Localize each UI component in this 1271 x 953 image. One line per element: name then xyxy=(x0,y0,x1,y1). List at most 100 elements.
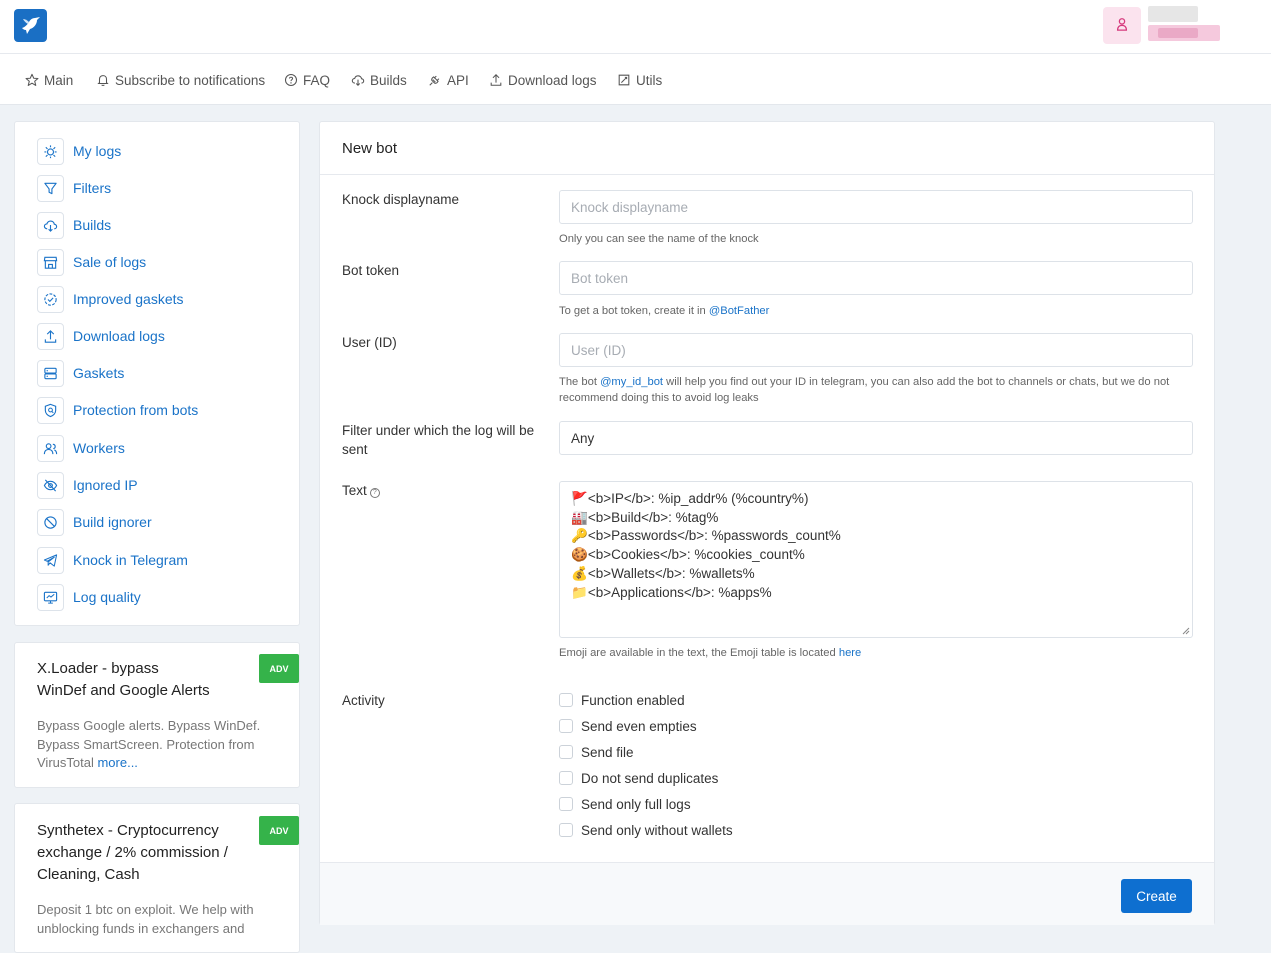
ad-title[interactable]: X.Loader - bypass WinDef and Google Aler… xyxy=(37,658,210,702)
sidebar-item-knock-in-telegram[interactable]: Knock in Telegram xyxy=(37,546,188,574)
sidebar: My logs Filters Builds Sale of logs Impr… xyxy=(14,121,300,626)
ad-more-link[interactable]: more... xyxy=(97,755,137,770)
sidebar-item-label: Protection from bots xyxy=(73,402,199,418)
sidebar-item-improved-gaskets[interactable]: Improved gaskets xyxy=(37,285,184,313)
emoji-table-link[interactable]: here xyxy=(839,647,861,659)
sidebar-item-filters[interactable]: Filters xyxy=(37,174,111,202)
checkbox-label: Do not send duplicates xyxy=(581,770,719,786)
emoji: 📁 xyxy=(571,584,588,600)
nav-label: Builds xyxy=(370,72,407,88)
badge-check-icon xyxy=(37,285,64,313)
sidebar-item-label: Workers xyxy=(73,440,125,456)
nav-utils[interactable]: Utils xyxy=(617,71,662,89)
ad-title[interactable]: Synthetex - Cryptocurrency exchange / 2%… xyxy=(37,820,228,886)
sidebar-item-label: Download logs xyxy=(73,328,165,344)
label-line: sent xyxy=(342,442,368,457)
filter-icon xyxy=(37,174,64,202)
emoji: 🚩 xyxy=(571,491,588,506)
checkbox[interactable] xyxy=(559,745,573,759)
ad-desc-line: VirusTotal xyxy=(37,755,94,770)
cloud-download-icon xyxy=(351,75,365,86)
nav-builds[interactable]: Builds xyxy=(351,71,407,89)
sidebar-item-protection-from-bots[interactable]: Protection from bots xyxy=(37,396,198,424)
form-footer: Create xyxy=(320,862,1214,925)
upload-icon xyxy=(37,322,64,350)
checkbox[interactable] xyxy=(559,797,573,811)
page-title: New bot xyxy=(342,140,398,157)
ad-desc-line: Bypass Google alerts. Bypass WinDef. xyxy=(37,718,261,733)
message-text-area[interactable]: 🚩<b>IP</b>: %ip_addr% (%country%) 🏭<b>Bu… xyxy=(559,481,1193,638)
checkbox-send-file[interactable]: Send file xyxy=(559,744,634,760)
sidebar-item-log-quality[interactable]: Log quality xyxy=(37,583,141,611)
ad-desc-line: unblocking funds in exchangers and xyxy=(37,920,245,936)
sidebar-item-label: Ignored IP xyxy=(73,477,138,493)
nav-label: Subscribe to notifications xyxy=(115,72,266,88)
user-name-redacted xyxy=(1148,6,1220,44)
sidebar-item-my-logs[interactable]: My logs xyxy=(37,137,121,165)
my-id-bot-link[interactable]: @my_id_bot xyxy=(600,376,663,388)
resize-handle-icon[interactable] xyxy=(1182,627,1190,635)
hummingbird-icon[interactable] xyxy=(14,9,47,42)
botfather-link[interactable]: @BotFather xyxy=(709,305,769,317)
sidebar-item-workers[interactable]: Workers xyxy=(37,434,125,462)
filter-label: Filter under which the log will be sent xyxy=(342,421,542,459)
ad-card[interactable]: ADV Synthetex - Cryptocurrency exchange … xyxy=(14,803,300,953)
sidebar-item-label: Sale of logs xyxy=(73,254,147,270)
sidebar-item-label: Gaskets xyxy=(73,365,125,381)
knock-displayname-label: Knock displayname xyxy=(342,192,460,207)
nav-api[interactable]: API xyxy=(428,71,469,89)
ad-card[interactable]: ADV X.Loader - bypass WinDef and Google … xyxy=(14,642,300,788)
checkbox-send-even-empties[interactable]: Send even empties xyxy=(559,718,697,734)
store-icon xyxy=(37,248,64,276)
hint-text: To get a bot token, create it in xyxy=(559,305,706,317)
ad-title-line: Synthetex - Cryptocurrency xyxy=(37,822,219,839)
nav-subscribe[interactable]: Subscribe to notifications xyxy=(96,71,265,89)
text-line: 📁<b>Applications</b>: %apps% xyxy=(571,584,1181,603)
checkbox-only-without-wallets[interactable]: Send only without wallets xyxy=(559,822,733,838)
checkbox-function-enabled[interactable]: Function enabled xyxy=(559,692,685,708)
checkbox[interactable] xyxy=(559,719,573,733)
checkbox[interactable] xyxy=(559,693,573,707)
filter-select[interactable]: Any xyxy=(559,421,1193,455)
checkbox[interactable] xyxy=(559,771,573,785)
sidebar-item-label: Filters xyxy=(73,180,112,196)
sidebar-item-label: Knock in Telegram xyxy=(73,552,188,568)
knock-displayname-input[interactable] xyxy=(559,190,1193,224)
sidebar-item-label: Log quality xyxy=(73,589,141,605)
bug-icon xyxy=(37,137,64,165)
sidebar-item-download-logs[interactable]: Download logs xyxy=(37,322,165,350)
line-text: <b>Wallets</b>: %wallets% xyxy=(587,565,755,581)
line-text: <b>Applications</b>: %apps% xyxy=(587,584,772,600)
user-id-input[interactable] xyxy=(559,333,1193,367)
text-line: 🔑<b>Passwords</b>: %passwords_count% xyxy=(571,527,1181,546)
star-icon xyxy=(25,73,39,86)
sidebar-item-builds[interactable]: Builds xyxy=(37,211,111,239)
nav-main[interactable]: Main xyxy=(25,71,73,89)
plug-icon xyxy=(429,75,440,86)
sidebar-item-sale-of-logs[interactable]: Sale of logs xyxy=(37,248,146,276)
monitor-icon xyxy=(37,583,64,611)
filter-select-value: Any xyxy=(571,430,595,446)
sidebar-item-ignored-ip[interactable]: Ignored IP xyxy=(37,471,138,499)
nav-faq[interactable]: FAQ xyxy=(284,71,330,89)
nav-label: Utils xyxy=(636,72,663,88)
bot-token-input[interactable] xyxy=(559,261,1193,295)
checkbox-no-duplicates[interactable]: Do not send duplicates xyxy=(559,770,718,786)
panel-header: New bot xyxy=(320,122,1214,175)
checkbox-only-full-logs[interactable]: Send only full logs xyxy=(559,796,691,812)
help-icon[interactable]: ? xyxy=(369,488,380,498)
user-avatar[interactable] xyxy=(1103,7,1141,44)
upload-icon xyxy=(490,74,502,86)
sidebar-item-build-ignorer[interactable]: Build ignorer xyxy=(37,508,152,536)
create-button[interactable]: Create xyxy=(1121,879,1192,913)
nav-download-logs[interactable]: Download logs xyxy=(489,71,597,89)
bell-icon xyxy=(97,75,109,86)
knock-displayname-hint: Only you can see the name of the knock xyxy=(559,233,759,245)
emoji: 🔑 xyxy=(571,528,588,544)
checkbox-label: Send only without wallets xyxy=(581,822,733,838)
sidebar-item-gaskets[interactable]: Gaskets xyxy=(37,359,124,387)
new-bot-panel: New bot Knock displayname Only you can s… xyxy=(319,121,1215,925)
nav-label: API xyxy=(447,72,469,88)
checkbox[interactable] xyxy=(559,823,573,837)
checkbox-label: Function enabled xyxy=(581,692,685,708)
